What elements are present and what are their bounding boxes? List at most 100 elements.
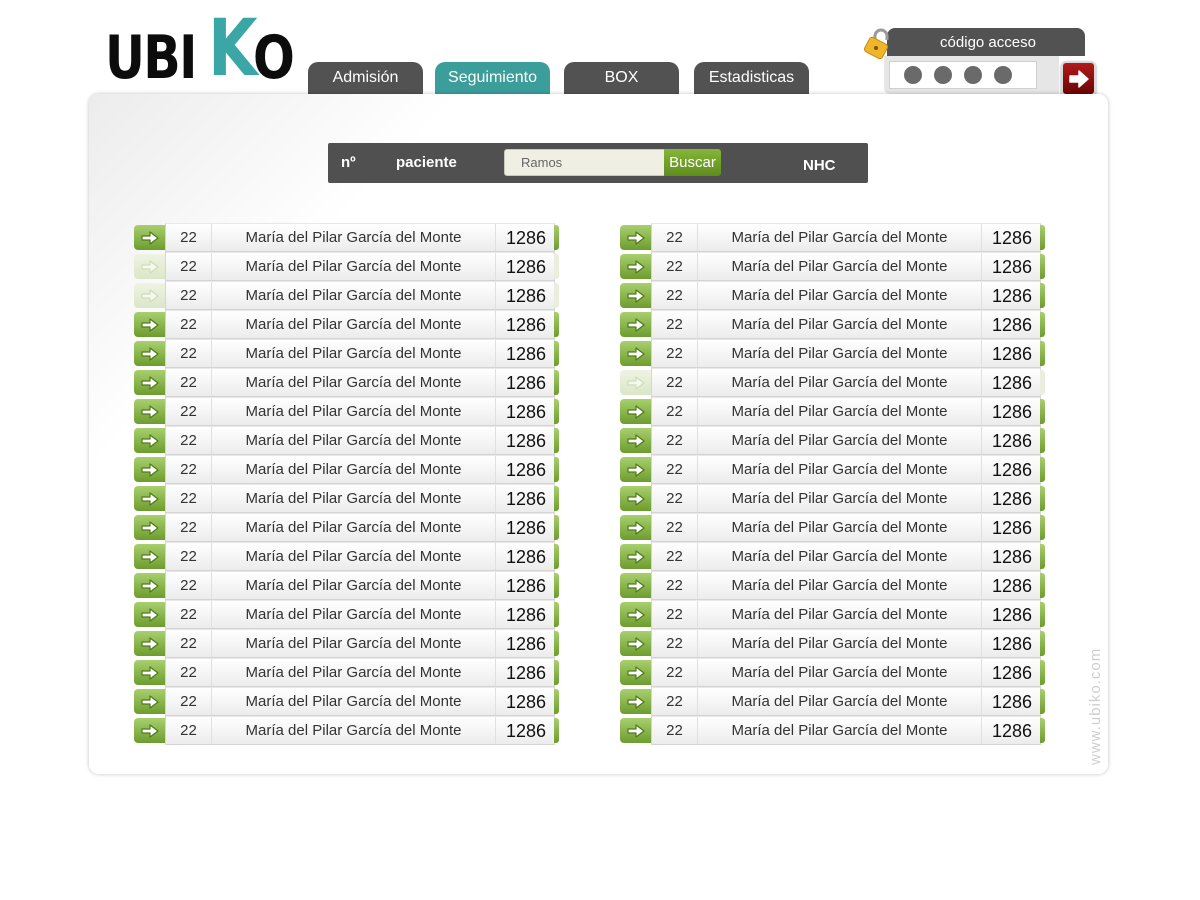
- patient-card[interactable]: 22 María del Pilar García del Monte 1286: [651, 455, 1041, 484]
- patient-card[interactable]: 22 María del Pilar García del Monte 1286: [651, 310, 1041, 339]
- patient-card[interactable]: 22 María del Pilar García del Monte 1286: [165, 455, 555, 484]
- patient-row[interactable]: 22 María del Pilar García del Monte 1286: [134, 339, 560, 368]
- open-patient-button[interactable]: [134, 689, 165, 714]
- open-patient-button[interactable]: [620, 515, 651, 540]
- open-patient-button[interactable]: [620, 225, 651, 250]
- patient-card[interactable]: 22 María del Pilar García del Monte 1286: [165, 368, 555, 397]
- patient-row[interactable]: 22 María del Pilar García del Monte 1286: [620, 571, 1046, 600]
- patient-row[interactable]: 22 María del Pilar García del Monte 1286: [620, 687, 1046, 716]
- patient-card[interactable]: 22 María del Pilar García del Monte 1286: [165, 571, 555, 600]
- open-patient-button[interactable]: [620, 312, 651, 337]
- patient-row[interactable]: 22 María del Pilar García del Monte 1286: [620, 252, 1046, 281]
- patient-row[interactable]: 22 María del Pilar García del Monte 1286: [620, 426, 1046, 455]
- open-patient-button[interactable]: [134, 370, 165, 395]
- patient-card[interactable]: 22 María del Pilar García del Monte 1286: [651, 426, 1041, 455]
- patient-row[interactable]: 22 María del Pilar García del Monte 1286: [620, 658, 1046, 687]
- open-patient-button[interactable]: [620, 631, 651, 656]
- open-patient-button[interactable]: [134, 573, 165, 598]
- open-patient-button[interactable]: [134, 602, 165, 627]
- patient-card[interactable]: 22 María del Pilar García del Monte 1286: [651, 542, 1041, 571]
- open-patient-button[interactable]: [620, 660, 651, 685]
- patient-row[interactable]: 22 María del Pilar García del Monte 1286: [134, 252, 560, 281]
- patient-row[interactable]: 22 María del Pilar García del Monte 1286: [134, 716, 560, 745]
- patient-card[interactable]: 22 María del Pilar García del Monte 1286: [651, 513, 1041, 542]
- patient-row[interactable]: 22 María del Pilar García del Monte 1286: [620, 600, 1046, 629]
- open-patient-button[interactable]: [620, 457, 651, 482]
- open-patient-button[interactable]: [620, 602, 651, 627]
- open-patient-button[interactable]: [620, 283, 651, 308]
- patient-card[interactable]: 22 María del Pilar García del Monte 1286: [651, 600, 1041, 629]
- patient-row[interactable]: 22 María del Pilar García del Monte 1286: [134, 281, 560, 310]
- open-patient-button[interactable]: [620, 370, 651, 395]
- open-patient-button[interactable]: [134, 312, 165, 337]
- open-patient-button[interactable]: [134, 660, 165, 685]
- open-patient-button[interactable]: [134, 283, 165, 308]
- open-patient-button[interactable]: [134, 428, 165, 453]
- open-patient-button[interactable]: [620, 544, 651, 569]
- open-patient-button[interactable]: [134, 515, 165, 540]
- patient-row[interactable]: 22 María del Pilar García del Monte 1286: [620, 513, 1046, 542]
- open-patient-button[interactable]: [134, 631, 165, 656]
- open-patient-button[interactable]: [620, 254, 651, 279]
- patient-card[interactable]: 22 María del Pilar García del Monte 1286: [651, 223, 1041, 252]
- patient-row[interactable]: 22 María del Pilar García del Monte 1286: [134, 223, 560, 252]
- patient-card[interactable]: 22 María del Pilar García del Monte 1286: [165, 513, 555, 542]
- patient-row[interactable]: 22 María del Pilar García del Monte 1286: [134, 600, 560, 629]
- patient-row[interactable]: 22 María del Pilar García del Monte 1286: [134, 368, 560, 397]
- patient-card[interactable]: 22 María del Pilar García del Monte 1286: [165, 716, 555, 745]
- search-button[interactable]: Buscar: [664, 149, 721, 176]
- patient-search-input[interactable]: [504, 149, 666, 176]
- patient-card[interactable]: 22 María del Pilar García del Monte 1286: [165, 426, 555, 455]
- patient-row[interactable]: 22 María del Pilar García del Monte 1286: [134, 571, 560, 600]
- open-patient-button[interactable]: [620, 486, 651, 511]
- open-patient-button[interactable]: [134, 457, 165, 482]
- patient-card[interactable]: 22 María del Pilar García del Monte 1286: [165, 600, 555, 629]
- patient-card[interactable]: 22 María del Pilar García del Monte 1286: [651, 484, 1041, 513]
- access-code-input[interactable]: [889, 61, 1037, 89]
- patient-card[interactable]: 22 María del Pilar García del Monte 1286: [651, 571, 1041, 600]
- patient-card[interactable]: 22 María del Pilar García del Monte 1286: [651, 281, 1041, 310]
- patient-row[interactable]: 22 María del Pilar García del Monte 1286: [134, 310, 560, 339]
- patient-row[interactable]: 22 María del Pilar García del Monte 1286: [620, 716, 1046, 745]
- patient-row[interactable]: 22 María del Pilar García del Monte 1286: [620, 310, 1046, 339]
- open-patient-button[interactable]: [620, 718, 651, 743]
- patient-card[interactable]: 22 María del Pilar García del Monte 1286: [165, 310, 555, 339]
- tab-seguimiento[interactable]: Seguimiento: [435, 62, 550, 96]
- patient-card[interactable]: 22 María del Pilar García del Monte 1286: [165, 687, 555, 716]
- patient-row[interactable]: 22 María del Pilar García del Monte 1286: [134, 542, 560, 571]
- open-patient-button[interactable]: [134, 399, 165, 424]
- patient-row[interactable]: 22 María del Pilar García del Monte 1286: [620, 223, 1046, 252]
- patient-card[interactable]: 22 María del Pilar García del Monte 1286: [165, 397, 555, 426]
- patient-card[interactable]: 22 María del Pilar García del Monte 1286: [165, 252, 555, 281]
- patient-row[interactable]: 22 María del Pilar García del Monte 1286: [620, 455, 1046, 484]
- patient-card[interactable]: 22 María del Pilar García del Monte 1286: [165, 658, 555, 687]
- patient-row[interactable]: 22 María del Pilar García del Monte 1286: [620, 339, 1046, 368]
- patient-row[interactable]: 22 María del Pilar García del Monte 1286: [620, 397, 1046, 426]
- patient-row[interactable]: 22 María del Pilar García del Monte 1286: [620, 542, 1046, 571]
- patient-row[interactable]: 22 María del Pilar García del Monte 1286: [620, 629, 1046, 658]
- patient-card[interactable]: 22 María del Pilar García del Monte 1286: [651, 687, 1041, 716]
- patient-row[interactable]: 22 María del Pilar García del Monte 1286: [134, 397, 560, 426]
- patient-card[interactable]: 22 María del Pilar García del Monte 1286: [165, 223, 555, 252]
- open-patient-button[interactable]: [134, 544, 165, 569]
- patient-row[interactable]: 22 María del Pilar García del Monte 1286: [620, 368, 1046, 397]
- patient-row[interactable]: 22 María del Pilar García del Monte 1286: [620, 281, 1046, 310]
- patient-card[interactable]: 22 María del Pilar García del Monte 1286: [651, 397, 1041, 426]
- patient-row[interactable]: 22 María del Pilar García del Monte 1286: [134, 426, 560, 455]
- open-patient-button[interactable]: [620, 573, 651, 598]
- open-patient-button[interactable]: [134, 225, 165, 250]
- patient-card[interactable]: 22 María del Pilar García del Monte 1286: [651, 629, 1041, 658]
- open-patient-button[interactable]: [620, 399, 651, 424]
- tab-estadisticas[interactable]: Estadisticas: [694, 62, 809, 96]
- patient-card[interactable]: 22 María del Pilar García del Monte 1286: [651, 716, 1041, 745]
- patient-row[interactable]: 22 María del Pilar García del Monte 1286: [134, 687, 560, 716]
- open-patient-button[interactable]: [134, 486, 165, 511]
- open-patient-button[interactable]: [134, 254, 165, 279]
- patient-card[interactable]: 22 María del Pilar García del Monte 1286: [165, 629, 555, 658]
- open-patient-button[interactable]: [134, 718, 165, 743]
- patient-card[interactable]: 22 María del Pilar García del Monte 1286: [165, 484, 555, 513]
- open-patient-button[interactable]: [134, 341, 165, 366]
- patient-card[interactable]: 22 María del Pilar García del Monte 1286: [165, 281, 555, 310]
- patient-row[interactable]: 22 María del Pilar García del Monte 1286: [134, 658, 560, 687]
- patient-card[interactable]: 22 María del Pilar García del Monte 1286: [651, 339, 1041, 368]
